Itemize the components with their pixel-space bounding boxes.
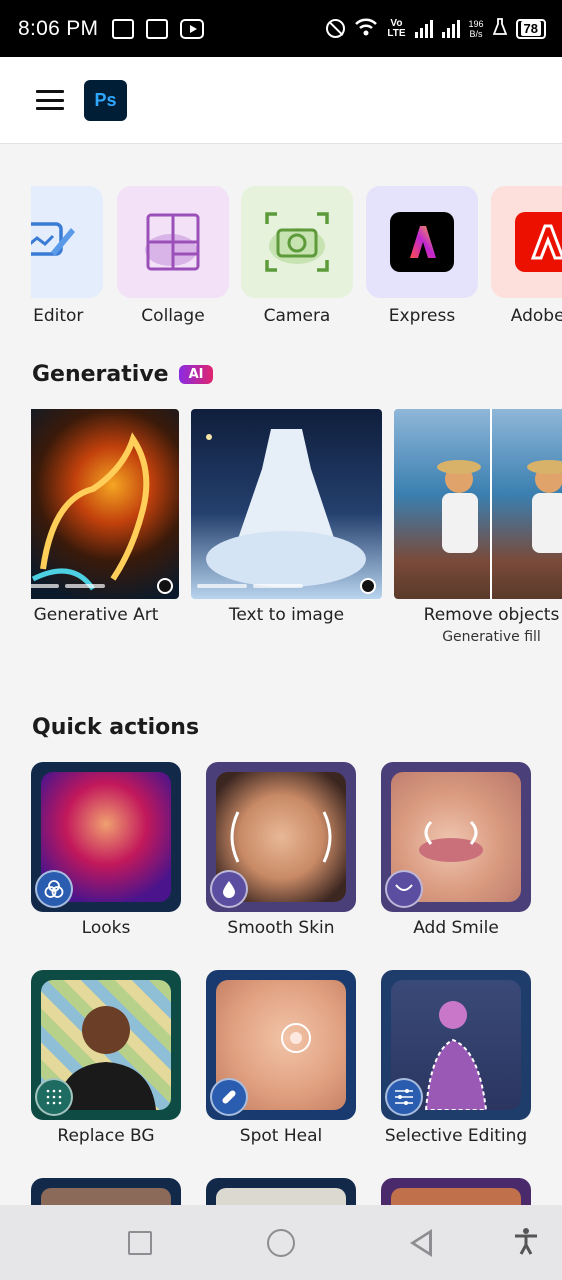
tool-label: Camera (263, 306, 331, 326)
tool-collage[interactable]: Collage (117, 186, 229, 326)
network-speed-unit: B/s (469, 28, 483, 39)
qa-smooth-skin[interactable]: Smooth Skin (206, 762, 356, 938)
photo-editor-icon (31, 186, 103, 298)
gen-card-remove-objects[interactable]: Remove objects Generative fill (394, 409, 562, 645)
volte-indicator: Vo LTE (387, 17, 406, 39)
app-header: Ps (0, 57, 562, 144)
recents-button[interactable] (128, 1231, 152, 1255)
do-not-disturb-icon (326, 19, 346, 38)
text-to-image-image (191, 409, 382, 599)
qa-partial-3[interactable] (381, 1178, 531, 1208)
gen-card-sublabel: Generative fill (442, 629, 541, 645)
gallery-notification-icon (146, 18, 169, 39)
menu-icon[interactable] (36, 90, 64, 110)
tool-label: Adobe Fi (510, 306, 562, 326)
open-external-icon (157, 578, 173, 594)
tools-carousel[interactable]: to Editor Collage Camera Express Adobe F… (31, 186, 562, 326)
volte-label: Vo (390, 17, 403, 29)
home-button[interactable] (267, 1229, 295, 1257)
qa-tile (206, 970, 356, 1120)
qa-tile (31, 970, 181, 1120)
qa-label: Replace BG (57, 1126, 155, 1146)
adobe-firefly-icon (491, 186, 562, 298)
network-speed: 196 B/s (469, 19, 484, 39)
qa-add-smile[interactable]: Add Smile (381, 762, 531, 938)
back-button[interactable] (410, 1229, 432, 1257)
qa-partial-2[interactable] (206, 1178, 356, 1208)
gen-card-generative-art[interactable]: Generative Art (31, 409, 179, 625)
tool-label: to Editor (31, 306, 84, 326)
generative-art-image (31, 409, 179, 599)
replace-bg-icon (35, 1078, 73, 1116)
collage-icon (117, 186, 229, 298)
looks-icon (35, 870, 73, 908)
qa-label: Smooth Skin (227, 918, 335, 938)
status-time: 8:06 PM (18, 16, 99, 40)
qa-tile (31, 1178, 181, 1208)
image-overlay-bar (197, 578, 376, 594)
adobe-express-icon (366, 186, 478, 298)
tool-camera[interactable]: Camera (241, 186, 353, 326)
tool-photo-editor[interactable]: to Editor (31, 186, 103, 326)
qa-partial-1[interactable] (31, 1178, 181, 1208)
gen-card-label: Generative Art (33, 605, 159, 625)
qa-tile (381, 762, 531, 912)
smile-icon (385, 870, 423, 908)
lte-label: LTE (387, 27, 406, 39)
qa-replace-bg[interactable]: Replace BG (31, 970, 181, 1146)
generative-carousel[interactable]: Generative Art Text to image Remove obje… (31, 409, 562, 669)
qa-tile (206, 1178, 356, 1208)
generative-section-title: Generative AI (32, 362, 214, 387)
tool-label: Collage (141, 306, 205, 326)
flask-icon (492, 17, 507, 40)
battery-icon: 78 (515, 18, 546, 39)
qa-label: Add Smile (413, 918, 499, 938)
qa-label: Spot Heal (239, 1126, 323, 1146)
screenshot-notification-icon (112, 18, 135, 39)
tool-label: Express (388, 306, 456, 326)
qa-tile (31, 762, 181, 912)
system-status-icons: Vo LTE 196 B/s 78 (326, 17, 546, 40)
gen-card-text-to-image[interactable]: Text to image (191, 409, 382, 625)
open-external-icon (360, 578, 376, 594)
image-overlay-bar (31, 578, 173, 594)
remove-objects-image (394, 409, 562, 599)
gen-card-label: Remove objects (423, 605, 560, 625)
ai-badge: AI (178, 365, 214, 384)
tool-express[interactable]: Express (366, 186, 478, 326)
generative-title: Generative (32, 362, 169, 387)
qa-selective-editing[interactable]: Selective Editing (381, 970, 531, 1146)
bandage-icon (210, 1078, 248, 1116)
signal-strength-2-icon (441, 19, 460, 38)
sliders-icon (385, 1078, 423, 1116)
system-nav-bar (0, 1205, 562, 1280)
wifi-icon (354, 17, 378, 40)
signal-strength-icon (414, 19, 433, 38)
gen-card-label: Text to image (228, 605, 345, 625)
tool-firefly[interactable]: Adobe Fi (491, 186, 562, 326)
quick-actions-title: Quick actions (32, 715, 199, 740)
youtube-notification-icon (180, 18, 205, 39)
network-speed-value: 196 (468, 18, 484, 29)
qa-tile (381, 1178, 531, 1208)
accessibility-icon[interactable] (513, 1227, 539, 1262)
qa-tile (381, 970, 531, 1120)
qa-tile (206, 762, 356, 912)
quick-actions-title-text: Quick actions (32, 715, 200, 740)
droplet-icon (210, 870, 248, 908)
photoshop-logo: Ps (84, 79, 127, 121)
battery-level: 78 (520, 21, 541, 36)
camera-icon (241, 186, 353, 298)
qa-spot-heal[interactable]: Spot Heal (206, 970, 356, 1146)
qa-looks[interactable]: Looks (31, 762, 181, 938)
qa-label: Looks (81, 918, 131, 938)
qa-label: Selective Editing (384, 1126, 528, 1146)
status-bar: 8:06 PM Vo LTE 196 B/s 78 (0, 0, 562, 57)
notification-icons (112, 18, 205, 39)
